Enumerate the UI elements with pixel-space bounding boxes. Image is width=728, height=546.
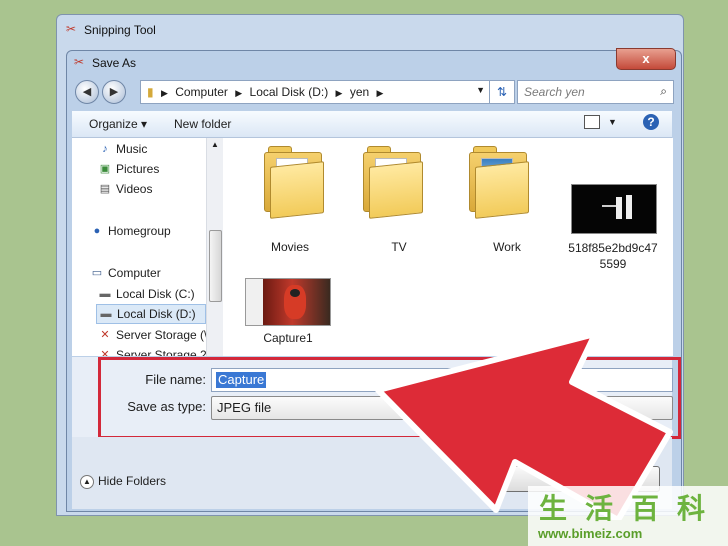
- image-thumbnail: [571, 184, 657, 234]
- scrollbar-thumb[interactable]: [209, 230, 222, 302]
- nav-item-computer[interactable]: ▭ Computer: [90, 264, 222, 282]
- toolbar: Organize ▾ New folder ▼ ?: [72, 111, 672, 138]
- new-folder-button[interactable]: New folder: [174, 117, 231, 131]
- search-input[interactable]: Search yen: [524, 85, 585, 99]
- folder-icon: [363, 146, 423, 219]
- file-item-work[interactable]: Work: [457, 146, 557, 256]
- file-item-movies[interactable]: Movies: [240, 146, 340, 256]
- nav-item-server-storage[interactable]: ✕ Server Storage (\: [98, 326, 222, 344]
- videos-icon: ▤: [99, 183, 111, 195]
- nav-item-music[interactable]: ♪ Music: [98, 140, 222, 158]
- watermark-char: 生: [538, 492, 567, 525]
- folder-icon: [469, 146, 529, 219]
- search-box[interactable]: Search yen ⌕: [517, 80, 674, 104]
- breadcrumb-yen[interactable]: yen: [350, 85, 369, 99]
- refresh-button[interactable]: ⇅: [489, 80, 515, 104]
- scroll-up-icon[interactable]: ▲: [211, 140, 219, 149]
- network-drive-icon: ✕: [100, 349, 110, 356]
- help-button[interactable]: ?: [643, 114, 659, 130]
- watermark-char: 科: [676, 492, 705, 525]
- hide-folders-button[interactable]: ▲ Hide Folders: [80, 474, 166, 489]
- nav-item-local-disk-c[interactable]: ▬ Local Disk (C:): [98, 285, 222, 303]
- image-thumbnail: [245, 278, 331, 326]
- file-name: TV: [391, 240, 407, 254]
- file-name: 518f85e2bd9c47 5599: [568, 241, 658, 271]
- nav-item-videos[interactable]: ▤ Videos: [98, 180, 222, 198]
- file-name: Movies: [270, 240, 309, 254]
- folder-icon: [264, 146, 324, 219]
- refresh-icon: ⇅: [496, 85, 508, 99]
- chevron-right-icon: ▶: [160, 88, 168, 98]
- computer-icon: ▭: [91, 267, 103, 279]
- chevron-right-icon: ▶: [335, 88, 343, 98]
- snipping-tool-title: Snipping Tool: [84, 23, 156, 37]
- watermark: 生 活 百 科 www.bimeiz.com: [528, 486, 728, 546]
- nav-item-server-storage-2[interactable]: ✕ Server Storage 2: [98, 346, 222, 356]
- folder-icon: ▮: [147, 85, 154, 99]
- scissors-icon: ✂: [66, 22, 77, 36]
- network-drive-icon: ✕: [100, 329, 110, 341]
- forward-button[interactable]: ▶: [102, 80, 126, 104]
- pictures-icon: ▣: [99, 163, 111, 175]
- search-icon[interactable]: ⌕: [660, 84, 667, 99]
- chevron-up-icon: ▲: [80, 474, 94, 489]
- view-dropdown-icon[interactable]: ▼: [608, 117, 617, 127]
- back-arrow-icon: ◀: [82, 86, 92, 98]
- view-options-icon[interactable]: [584, 115, 600, 129]
- address-bar[interactable]: ▮ ▶ Computer ▶ Local Disk (D:) ▶ yen ▶ ▼: [140, 80, 490, 104]
- file-name: Work: [493, 240, 521, 254]
- file-item-tv[interactable]: TV: [349, 146, 449, 256]
- navigation-scrollbar[interactable]: ▲: [206, 138, 223, 356]
- chevron-right-icon: ▶: [376, 88, 384, 98]
- watermark-char: 活: [584, 492, 613, 525]
- watermark-url: www.bimeiz.com: [538, 526, 643, 541]
- watermark-char: 百: [630, 492, 659, 525]
- back-button[interactable]: ◀: [75, 80, 99, 104]
- navigation-pane: ♪ Music ▣ Pictures ▤ Videos ● Homegroup …: [72, 138, 222, 356]
- breadcrumb-local-disk-d[interactable]: Local Disk (D:): [250, 85, 329, 99]
- file-item-518f85e2bd9c475599[interactable]: 518f85e2bd9c47 5599: [558, 146, 658, 276]
- dialog-title: Save As: [92, 56, 137, 70]
- drive-icon: ▬: [99, 288, 111, 300]
- nav-item-homegroup[interactable]: ● Homegroup: [90, 222, 222, 240]
- close-button[interactable]: x: [616, 48, 676, 70]
- drive-icon: ▬: [100, 308, 112, 320]
- forward-arrow-icon: ▶: [109, 86, 119, 98]
- nav-item-pictures[interactable]: ▣ Pictures: [98, 160, 222, 178]
- address-dropdown-icon[interactable]: ▼: [476, 85, 485, 95]
- organize-button[interactable]: Organize ▾: [89, 117, 147, 131]
- breadcrumb-computer[interactable]: Computer: [175, 85, 228, 99]
- chevron-right-icon: ▶: [235, 88, 243, 98]
- nav-item-local-disk-d[interactable]: ▬ Local Disk (D:): [96, 304, 206, 324]
- homegroup-icon: ●: [93, 225, 101, 237]
- music-icon: ♪: [102, 143, 108, 155]
- scissors-icon: ✂: [74, 55, 85, 69]
